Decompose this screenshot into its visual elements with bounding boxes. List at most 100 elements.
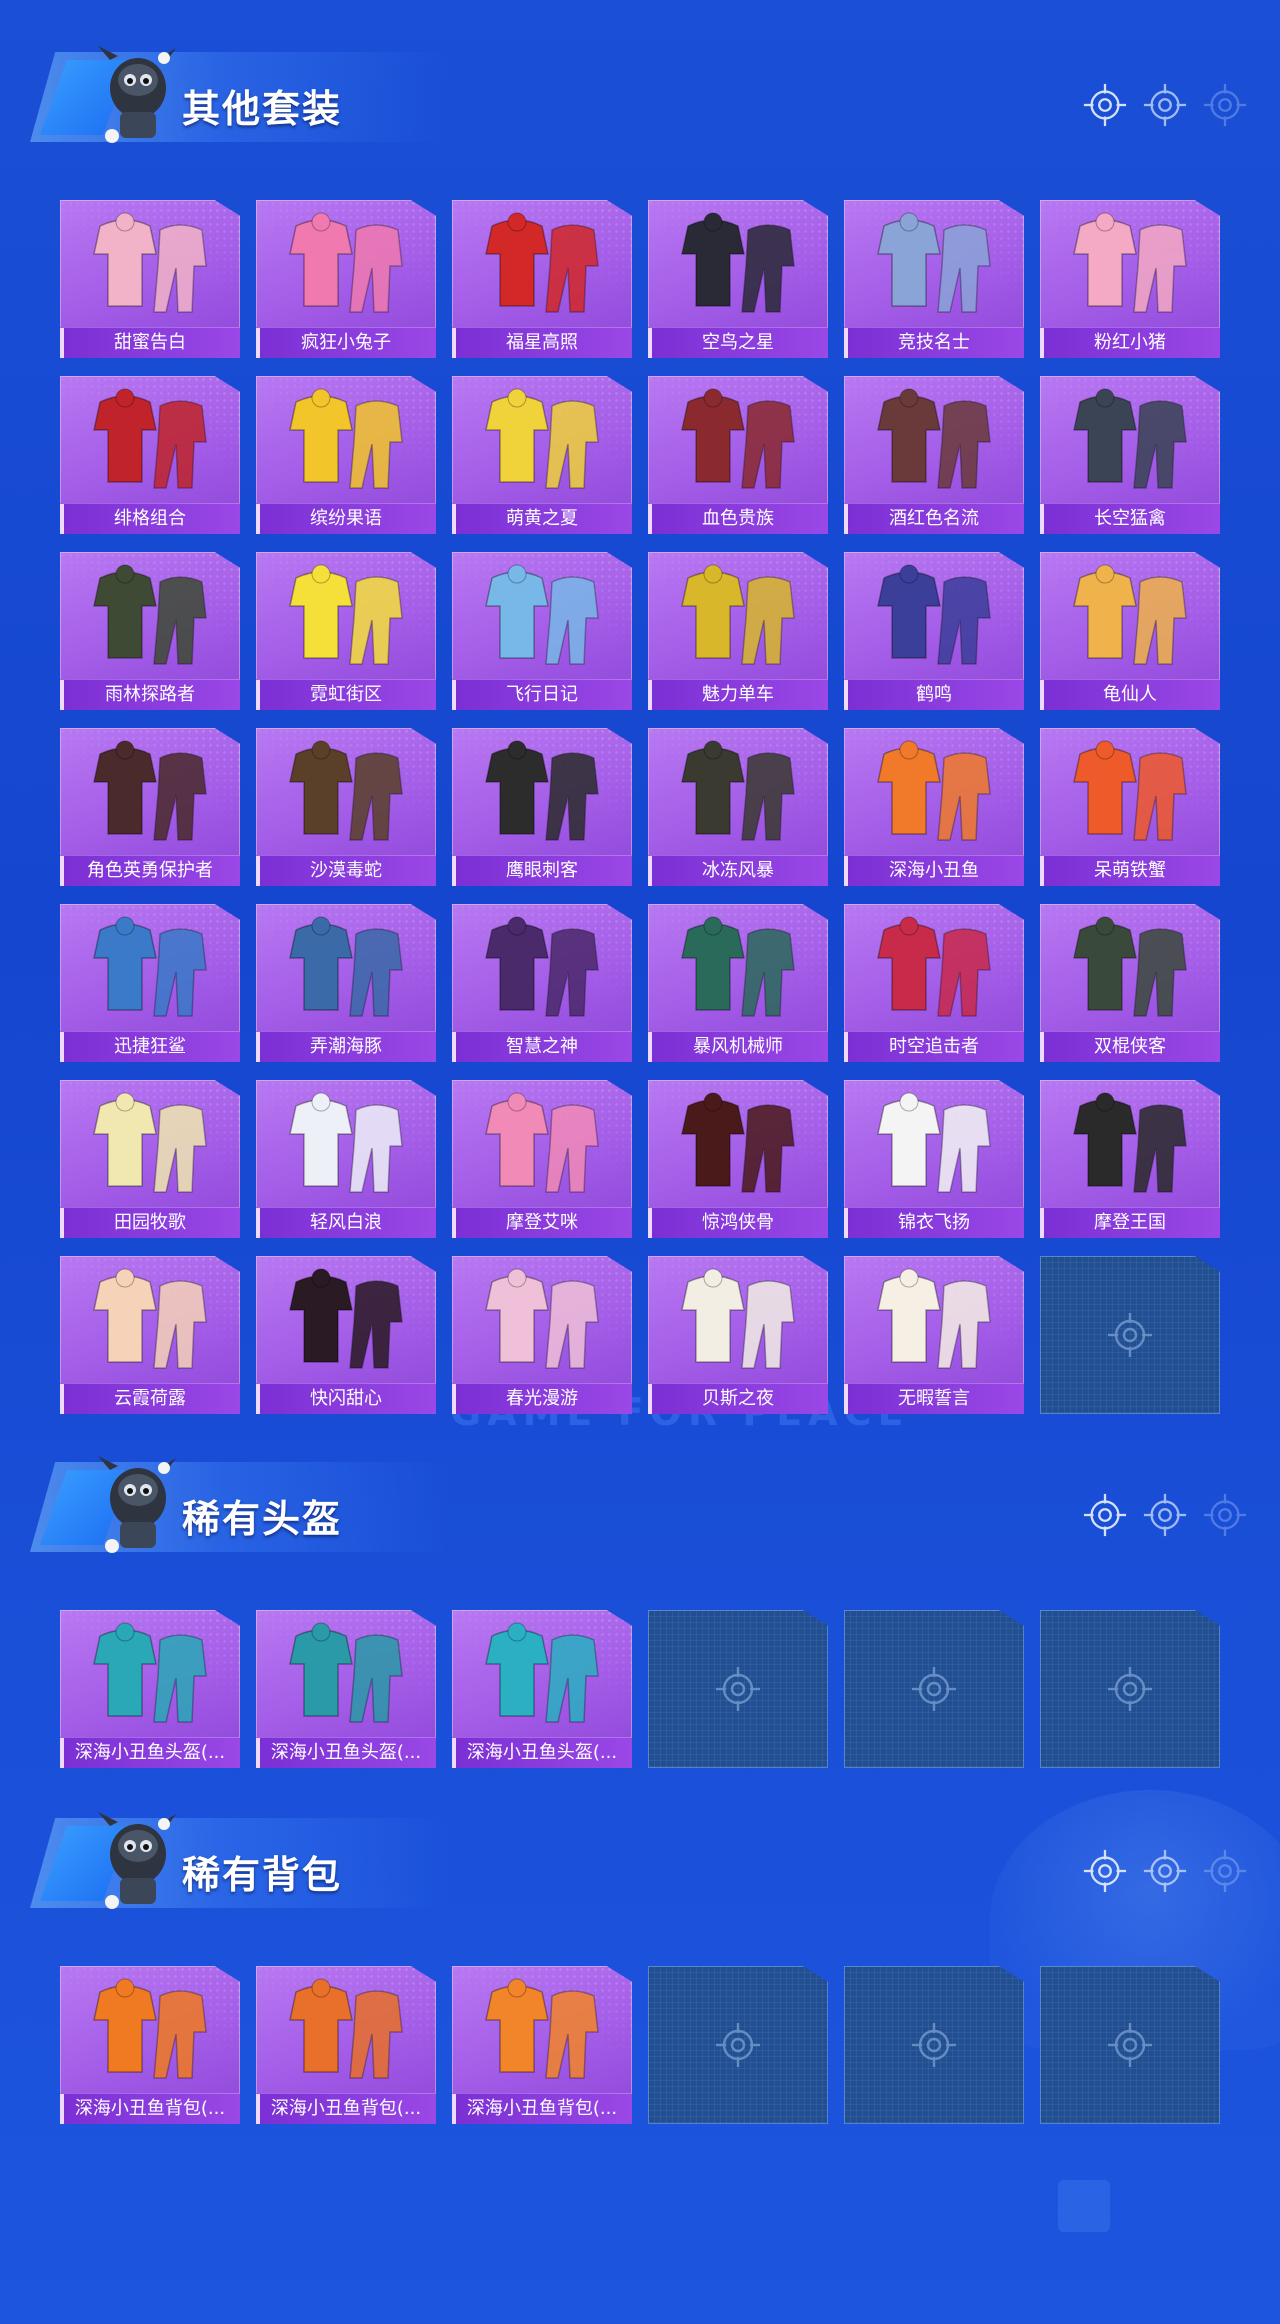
item-label: 甜蜜告白: [60, 327, 240, 358]
item-card[interactable]: 冰冻风暴: [648, 728, 828, 886]
item-label: 惊鸿侠骨: [648, 1207, 828, 1238]
item-card[interactable]: 摩登艾咪: [452, 1080, 632, 1238]
item-label: 春光漫游: [452, 1383, 632, 1414]
item-label: 长空猛禽: [1040, 503, 1220, 534]
label-accent: [1040, 1032, 1044, 1062]
item-image: [70, 558, 230, 676]
item-label: 绯格组合: [60, 503, 240, 534]
item-image: [70, 382, 230, 500]
item-card[interactable]: 鹰眼刺客: [452, 728, 632, 886]
item-card[interactable]: 血色贵族: [648, 376, 828, 534]
item-card[interactable]: 甜蜜告白: [60, 200, 240, 358]
item-image: [462, 382, 622, 500]
item-card[interactable]: 春光漫游: [452, 1256, 632, 1414]
item-label: 时空追击者: [844, 1031, 1024, 1062]
empty-slot: [648, 1610, 828, 1768]
item-label: 田园牧歌: [60, 1207, 240, 1238]
item-card[interactable]: 摩登王国: [1040, 1080, 1220, 1238]
item-card[interactable]: 飞行日记: [452, 552, 632, 710]
item-image: [854, 1262, 1014, 1380]
item-card[interactable]: 深海小丑鱼背包(...: [60, 1966, 240, 2124]
item-card[interactable]: 鹤鸣: [844, 552, 1024, 710]
label-accent: [60, 856, 64, 886]
item-label: 鹰眼刺客: [452, 855, 632, 886]
section-3: 稀有背包 深海小丑鱼背包(... 深海小丑鱼背包(... 深海小丑鱼背包(...: [0, 1796, 1280, 2196]
item-card[interactable]: 霓虹街区: [256, 552, 436, 710]
section-header: 稀有背包: [0, 1796, 1280, 1909]
item-card[interactable]: 酒红色名流: [844, 376, 1024, 534]
item-image: [1050, 558, 1210, 676]
item-label: 暴风机械师: [648, 1031, 828, 1062]
item-card[interactable]: 深海小丑鱼: [844, 728, 1024, 886]
item-card[interactable]: 长空猛禽: [1040, 376, 1220, 534]
item-card[interactable]: 云霞荷露: [60, 1256, 240, 1414]
item-card[interactable]: 空鸟之星: [648, 200, 828, 358]
item-card[interactable]: 沙漠毒蛇: [256, 728, 436, 886]
item-card[interactable]: 快闪甜心: [256, 1256, 436, 1414]
item-card[interactable]: 轻风白浪: [256, 1080, 436, 1238]
label-accent: [844, 1384, 848, 1414]
label-accent: [648, 1032, 652, 1062]
item-image: [462, 558, 622, 676]
label-accent: [1040, 504, 1044, 534]
item-card[interactable]: 魅力单车: [648, 552, 828, 710]
item-image: [1050, 1086, 1210, 1204]
item-card[interactable]: 疯狂小兔子: [256, 200, 436, 358]
section-title: 稀有头盔: [182, 1497, 343, 1541]
label-accent: [1040, 856, 1044, 886]
item-card[interactable]: 双棍侠客: [1040, 904, 1220, 1062]
item-card[interactable]: 萌黄之夏: [452, 376, 632, 534]
item-card[interactable]: 缤纷果语: [256, 376, 436, 534]
item-card[interactable]: 深海小丑鱼头盔(...: [452, 1610, 632, 1768]
crosshair-icon[interactable]: [1142, 1492, 1188, 1538]
item-card[interactable]: 深海小丑鱼头盔(...: [60, 1610, 240, 1768]
item-card[interactable]: 无暇誓言: [844, 1256, 1024, 1414]
item-label: 深海小丑鱼头盔(...: [256, 1737, 436, 1768]
crosshair-icon[interactable]: [1202, 1848, 1248, 1894]
item-card[interactable]: 暴风机械师: [648, 904, 828, 1062]
item-card[interactable]: 龟仙人: [1040, 552, 1220, 710]
crosshair-icon[interactable]: [1082, 1848, 1128, 1894]
item-card[interactable]: 深海小丑鱼背包(...: [452, 1966, 632, 2124]
crosshair-icon[interactable]: [1202, 1492, 1248, 1538]
pager-dots: [1082, 1492, 1248, 1538]
pager-dots: [1082, 82, 1248, 128]
label-accent: [60, 328, 64, 358]
item-label: 快闪甜心: [256, 1383, 436, 1414]
label-accent: [648, 680, 652, 710]
item-card[interactable]: 雨林探路者: [60, 552, 240, 710]
item-image: [658, 1086, 818, 1204]
item-card[interactable]: 锦衣飞扬: [844, 1080, 1024, 1238]
label-accent: [256, 328, 260, 358]
item-card[interactable]: 深海小丑鱼头盔(...: [256, 1610, 436, 1768]
label-accent: [60, 2094, 64, 2124]
label-accent: [60, 504, 64, 534]
item-card[interactable]: 粉红小猪: [1040, 200, 1220, 358]
crosshair-icon[interactable]: [1142, 82, 1188, 128]
item-card[interactable]: 田园牧歌: [60, 1080, 240, 1238]
label-accent: [648, 1384, 652, 1414]
item-label: 双棍侠客: [1040, 1031, 1220, 1062]
crosshair-icon[interactable]: [1082, 1492, 1128, 1538]
item-card[interactable]: 角色英勇保护者: [60, 728, 240, 886]
item-card[interactable]: 呆萌铁蟹: [1040, 728, 1220, 886]
item-image: [854, 910, 1014, 1028]
item-card[interactable]: 竞技名士: [844, 200, 1024, 358]
item-card[interactable]: 惊鸿侠骨: [648, 1080, 828, 1238]
item-card[interactable]: 深海小丑鱼背包(...: [256, 1966, 436, 2124]
item-card[interactable]: 时空追击者: [844, 904, 1024, 1062]
item-card[interactable]: 智慧之神: [452, 904, 632, 1062]
item-card[interactable]: 绯格组合: [60, 376, 240, 534]
item-grid: 甜蜜告白 疯狂小兔子 福星高照 空鸟之星 竞技名士 粉红小猪绯格组合 缤纷果语 萌黄之夏 血色贵…: [60, 200, 1220, 1414]
item-label: 无暇誓言: [844, 1383, 1024, 1414]
crosshair-icon[interactable]: [1202, 82, 1248, 128]
section-header: 其他套装: [0, 30, 1280, 143]
item-card[interactable]: 福星高照: [452, 200, 632, 358]
item-card[interactable]: 贝斯之夜: [648, 1256, 828, 1414]
item-card[interactable]: 弄潮海豚: [256, 904, 436, 1062]
crosshair-icon[interactable]: [1082, 82, 1128, 128]
item-label: 福星高照: [452, 327, 632, 358]
item-card[interactable]: 迅捷狂鲨: [60, 904, 240, 1062]
crosshair-icon[interactable]: [1142, 1848, 1188, 1894]
label-accent: [256, 1208, 260, 1238]
